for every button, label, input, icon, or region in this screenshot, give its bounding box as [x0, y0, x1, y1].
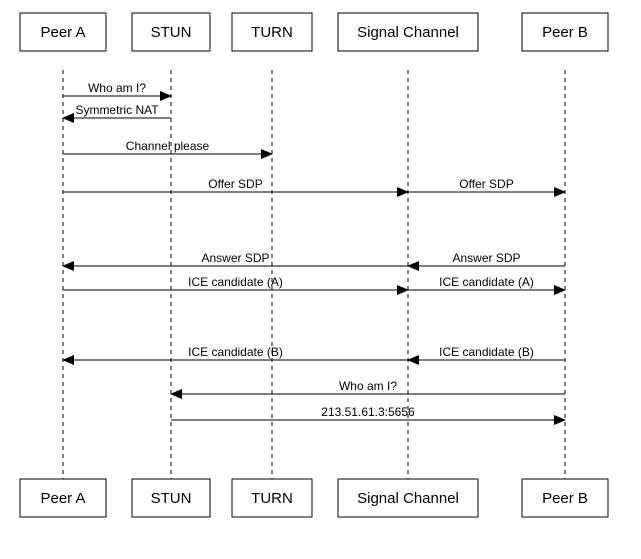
message-label: Offer SDP [208, 177, 262, 191]
participant-label: STUN [151, 24, 192, 41]
message-label: 213.51.61.3:5656 [321, 405, 415, 419]
sequence-diagram: Peer A Peer A STUN STUN TURN TURN Signal Chann… [0, 0, 641, 559]
message-label: Answer SDP [452, 251, 520, 265]
message-label: ICE candidate (A) [188, 275, 283, 289]
participant-label: TURN [251, 24, 293, 41]
participant-label: TURN [251, 490, 293, 507]
participant-label: Signal Channel [357, 490, 459, 507]
message-label: Offer SDP [459, 177, 513, 191]
participant-label: STUN [151, 490, 192, 507]
message-label: ICE candidate (B) [188, 345, 283, 359]
message-label: Answer SDP [201, 251, 269, 265]
message-label: Channel please [126, 139, 210, 153]
message-label: Who am I? [339, 379, 397, 393]
message-label: Who am I? [88, 81, 146, 95]
participant-label: Peer B [542, 24, 588, 41]
participant-label: Peer A [40, 490, 85, 507]
message-label: ICE candidate (A) [439, 275, 534, 289]
participant-label: Peer A [40, 24, 85, 41]
message-label: ICE candidate (B) [439, 345, 534, 359]
message-label: Symmetric NAT [75, 103, 159, 117]
participant-label: Peer B [542, 490, 588, 507]
participant-label: Signal Channel [357, 24, 459, 41]
